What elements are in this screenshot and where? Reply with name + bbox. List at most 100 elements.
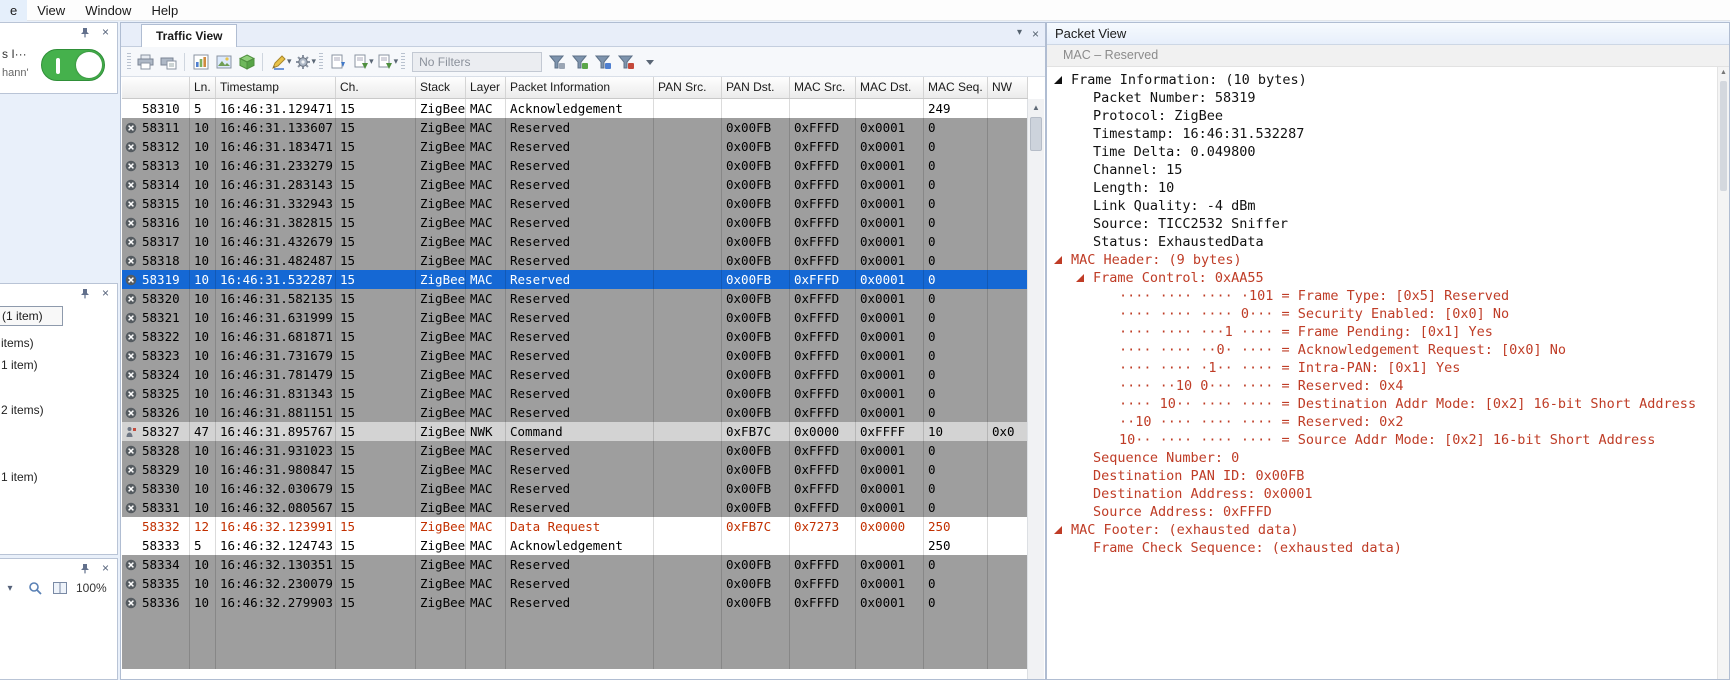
- table-row[interactable]: 583281016:46:31.93102315ZigBeeMACReserve…: [122, 441, 1028, 460]
- pin-icon[interactable]: [77, 286, 92, 300]
- packet-view-scrollbar[interactable]: ▲: [1717, 67, 1729, 679]
- table-row[interactable]: 583161016:46:31.38281515ZigBeeMACReserve…: [122, 213, 1028, 232]
- table-row[interactable]: 583131016:46:31.23327915ZigBeeMACReserve…: [122, 156, 1028, 175]
- close-icon[interactable]: ×: [98, 286, 113, 300]
- column-header-mac-seq[interactable]: MAC Seq.: [924, 77, 988, 98]
- tree-node[interactable]: Packet Number: 58319: [1047, 89, 1717, 107]
- tree-expanded-icon[interactable]: [1054, 76, 1062, 84]
- tree-node[interactable]: ···· ··10 0··· ···· = Reserved: 0x4: [1047, 377, 1717, 395]
- table-row[interactable]: 583121016:46:31.18347115ZigBeeMACReserve…: [122, 137, 1028, 156]
- tree-node[interactable]: Length: 10: [1047, 179, 1717, 197]
- tree-node[interactable]: Sequence Number: 0: [1047, 449, 1717, 467]
- tree-expanded-icon[interactable]: [1054, 526, 1062, 534]
- table-row[interactable]: 583341016:46:32.13035115ZigBeeMACReserve…: [122, 555, 1028, 574]
- tree-node[interactable]: Channel: 15: [1047, 161, 1717, 179]
- print-button[interactable]: [134, 50, 157, 73]
- tree-item[interactable]: items): [1, 336, 34, 350]
- column-header-stack[interactable]: Stack: [416, 77, 466, 98]
- close-icon[interactable]: ×: [98, 25, 113, 39]
- tree-node[interactable]: ···· 10·· ···· ···· = Destination Addr M…: [1047, 395, 1717, 413]
- table-row[interactable]: 583181016:46:31.48248715ZigBeeMACReserve…: [122, 251, 1028, 270]
- table-row[interactable]: 583221016:46:31.68187115ZigBeeMACReserve…: [122, 327, 1028, 346]
- column-header-timestamp[interactable]: Timestamp: [216, 77, 336, 98]
- capture-toggle[interactable]: [41, 49, 105, 81]
- split-view-icon[interactable]: [51, 579, 69, 597]
- column-header-pan-src[interactable]: PAN Src.: [654, 77, 722, 98]
- zoom-level[interactable]: 100%: [76, 581, 107, 595]
- toolbar-grip[interactable]: [401, 53, 405, 71]
- table-row[interactable]: 583301016:46:32.03067915ZigBeeMACReserve…: [122, 479, 1028, 498]
- close-icon[interactable]: ×: [1032, 27, 1039, 41]
- tree-node[interactable]: Destination Address: 0x0001: [1047, 485, 1717, 503]
- table-row[interactable]: 583291016:46:31.98084715ZigBeeMACReserve…: [122, 460, 1028, 479]
- chevron-down-icon[interactable]: ▾: [1, 579, 19, 597]
- chevron-down-icon[interactable]: ▾: [287, 56, 292, 67]
- tree-expanded-icon[interactable]: [1076, 274, 1084, 282]
- tree-node[interactable]: Link Quality: -4 dBm: [1047, 197, 1717, 215]
- scrollbar-thumb[interactable]: [1030, 117, 1042, 151]
- column-header-ch[interactable]: Ch.: [336, 77, 416, 98]
- tree-node[interactable]: Time Delta: 0.049800: [1047, 143, 1717, 161]
- tree-expanded-icon[interactable]: [1054, 256, 1062, 264]
- column-header-icon[interactable]: [122, 77, 190, 98]
- column-header-nw[interactable]: NW: [988, 77, 1028, 98]
- table-row[interactable]: [122, 650, 1028, 669]
- tree-node[interactable]: ···· ···· ···1 ···· = Frame Pending: [0x…: [1047, 323, 1717, 341]
- magnifier-icon[interactable]: [26, 579, 44, 597]
- table-row[interactable]: 583261016:46:31.88115115ZigBeeMACReserve…: [122, 403, 1028, 422]
- toolbar-grip[interactable]: [319, 53, 323, 71]
- tree-item[interactable]: 2 items): [1, 403, 44, 417]
- tree-node[interactable]: ···· ···· ···· ·101 = Frame Type: [0x5] …: [1047, 287, 1717, 305]
- table-row[interactable]: 583321216:46:32.12399115ZigBeeMACData Re…: [122, 517, 1028, 536]
- pin-icon[interactable]: [77, 25, 92, 39]
- table-row[interactable]: 583171016:46:31.43267915ZigBeeMACReserve…: [122, 232, 1028, 251]
- table-row[interactable]: 58310516:46:31.12947115ZigBeeMACAcknowle…: [122, 99, 1028, 118]
- table-row[interactable]: 583241016:46:31.78147915ZigBeeMACReserve…: [122, 365, 1028, 384]
- filter-apply-button[interactable]: [569, 50, 592, 73]
- toggle-knob[interactable]: [76, 52, 102, 78]
- tree-node[interactable]: Status: ExhaustedData: [1047, 233, 1717, 251]
- tree-item-selected[interactable]: (1 item): [0, 306, 63, 326]
- chevron-down-icon[interactable]: ▾: [394, 56, 399, 67]
- tree-node[interactable]: ···· ···· ··0· ···· = Acknowledgement Re…: [1047, 341, 1717, 359]
- table-row[interactable]: [122, 631, 1028, 650]
- column-header-packet-information[interactable]: Packet Information: [506, 77, 654, 98]
- tree-node[interactable]: Source Address: 0xFFFD: [1047, 503, 1717, 521]
- menu-item-help[interactable]: Help: [141, 0, 188, 21]
- tree-node[interactable]: ··10 ···· ···· ···· = Reserved: 0x2: [1047, 413, 1717, 431]
- toolbar-grip[interactable]: [127, 53, 131, 71]
- chevron-down-icon[interactable]: ▾: [1017, 27, 1022, 41]
- table-row[interactable]: 583191016:46:31.53228715ZigBeeMACReserve…: [122, 270, 1028, 289]
- column-header-layer[interactable]: Layer: [466, 77, 506, 98]
- tree-node[interactable]: Frame Information: (10 bytes): [1047, 71, 1717, 89]
- tree-node[interactable]: Source: TICC2532 Sniffer: [1047, 215, 1717, 233]
- filter-lines-button[interactable]: [546, 50, 569, 73]
- column-header-ln[interactable]: Ln.: [190, 77, 216, 98]
- table-row[interactable]: 583251016:46:31.83134315ZigBeeMACReserve…: [122, 384, 1028, 403]
- table-row[interactable]: 583361016:46:32.27990315ZigBeeMACReserve…: [122, 593, 1028, 612]
- filter-edit-button[interactable]: [592, 50, 615, 73]
- tree-node[interactable]: Frame Check Sequence: (exhausted data): [1047, 539, 1717, 557]
- table-row[interactable]: 583151016:46:31.33294315ZigBeeMACReserve…: [122, 194, 1028, 213]
- table-row[interactable]: 583141016:46:31.28314315ZigBeeMACReserve…: [122, 175, 1028, 194]
- tree-node[interactable]: ···· ···· ···· 0··· = Security Enabled: …: [1047, 305, 1717, 323]
- tree-item[interactable]: 1 item): [1, 358, 38, 372]
- column-header-mac-src[interactable]: MAC Src.: [790, 77, 856, 98]
- table-row[interactable]: 58333516:46:32.12474315ZigBeeMACAcknowle…: [122, 536, 1028, 555]
- close-icon[interactable]: ×: [98, 561, 113, 575]
- table-row[interactable]: 583111016:46:31.13360715ZigBeeMACReserve…: [122, 118, 1028, 137]
- table-row[interactable]: 583351016:46:32.23007915ZigBeeMACReserve…: [122, 574, 1028, 593]
- chevron-down-icon[interactable]: ▾: [312, 56, 317, 67]
- chevron-down-icon[interactable]: ▾: [369, 56, 374, 67]
- image-export-button[interactable]: [212, 50, 235, 73]
- tree-node[interactable]: ···· ···· ·1·· ···· = Intra-PAN: [0x1] Y…: [1047, 359, 1717, 377]
- tree-node[interactable]: Frame Control: 0xAA55: [1047, 269, 1717, 287]
- tree-node[interactable]: MAC Footer: (exhausted data): [1047, 521, 1717, 539]
- filter-clear-button[interactable]: [615, 50, 638, 73]
- menu-item-file-partial[interactable]: e: [0, 0, 27, 21]
- traffic-scrollbar[interactable]: ▲: [1027, 99, 1044, 679]
- tree-node[interactable]: Destination PAN ID: 0x00FB: [1047, 467, 1717, 485]
- tree-node[interactable]: MAC Header: (9 bytes): [1047, 251, 1717, 269]
- print-preview-button[interactable]: [157, 50, 180, 73]
- filter-input[interactable]: No Filters: [412, 52, 542, 72]
